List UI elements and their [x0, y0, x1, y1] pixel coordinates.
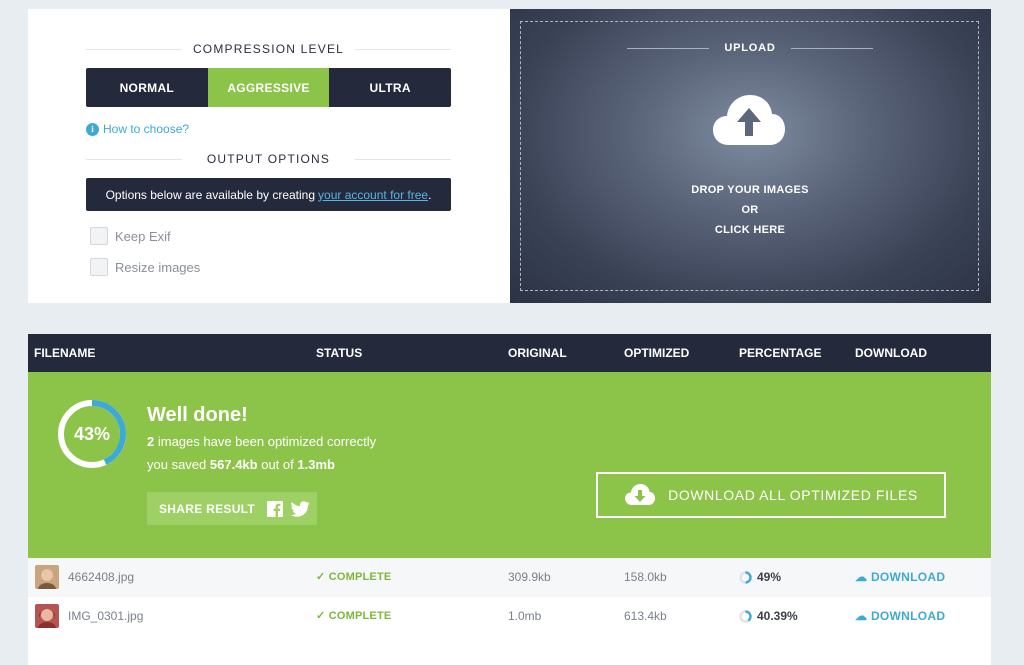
keep-exif-checkbox[interactable]: Keep Exif — [90, 227, 171, 245]
row-download-label: DOWNLOAD — [870, 609, 946, 623]
keep-exif-label: Keep Exif — [115, 228, 171, 244]
row-original: 309.9kb — [508, 570, 551, 584]
info-icon: i — [86, 122, 99, 136]
header-original: ORIGINAL — [508, 346, 567, 360]
download-all-button[interactable]: DOWNLOAD ALL OPTIMIZED FILES — [596, 472, 946, 518]
row-percentage: 49% — [757, 570, 782, 584]
summary-saved-mid: out of — [261, 457, 294, 472]
notice-end: . — [428, 187, 432, 202]
header-filename: FILENAME — [34, 346, 96, 360]
drop-line-3: CLICK HERE — [714, 224, 786, 236]
level-normal-button[interactable]: NORMAL — [86, 68, 208, 107]
summary-total: 1.3mb — [297, 457, 335, 472]
drop-line-1: DROP YOUR IMAGES — [691, 184, 809, 196]
summary-count-line: 2 images have been optimized correctly — [147, 434, 376, 449]
row-original: 1.0mb — [508, 609, 542, 623]
resize-images-checkbox[interactable]: Resize images — [90, 258, 200, 276]
summary-percent: 43% — [73, 423, 111, 444]
summary-title: Well done! — [147, 404, 248, 426]
summary-saved-line: you saved 567.4kb out of 1.3mb — [147, 457, 335, 472]
summary-banner: 43% Well done! 2 images have been optimi… — [28, 372, 991, 558]
summary-count: 2 — [147, 434, 155, 449]
summary-saved-prefix: you saved — [147, 457, 207, 472]
how-to-choose-label: How to choose? — [103, 122, 190, 136]
share-result-bar: SHARE RESULT — [147, 492, 317, 525]
row-percent-ring — [739, 610, 752, 623]
compression-level-selector: NORMAL AGGRESSIVE ULTRA — [86, 68, 451, 107]
table-row: 4662408.jpg ✓ COMPLETE 309.9kb 158.0kb 4… — [28, 558, 991, 597]
header-percentage: PERCENTAGE — [739, 346, 822, 360]
check-icon: ✓ — [316, 571, 329, 583]
resize-images-label: Resize images — [115, 259, 201, 275]
row-optimized: 158.0kb — [624, 570, 667, 584]
level-aggressive-button[interactable]: AGGRESSIVE — [207, 68, 330, 107]
table-row: IMG_0301.jpg ✓ COMPLETE 1.0mb 613.4kb 40… — [28, 597, 991, 636]
keep-exif-box[interactable] — [90, 227, 108, 245]
facebook-icon[interactable] — [267, 500, 284, 517]
compression-level-title: COMPRESSION LEVEL — [86, 42, 451, 56]
output-options-title: OUTPUT OPTIONS — [86, 152, 451, 166]
resize-images-box[interactable] — [90, 258, 108, 276]
row-filename: IMG_0301.jpg — [68, 609, 144, 623]
upload-title: UPLOAD — [627, 42, 873, 54]
thumbnail-image — [35, 565, 59, 589]
thumbnail-image — [35, 604, 59, 628]
header-status: STATUS — [316, 346, 363, 360]
drop-line-2: OR — [741, 204, 759, 216]
row-status: ✓ COMPLETE — [316, 609, 391, 622]
row-download-button[interactable]: ☁ DOWNLOAD — [855, 570, 945, 584]
upload-dropzone[interactable]: UPLOAD DROP YOUR IMAGES OR CLICK HERE — [510, 9, 991, 303]
cloud-download-icon — [625, 484, 656, 505]
cloud-download-icon: ☁ — [855, 570, 871, 584]
check-icon: ✓ — [316, 610, 329, 622]
summary-saved: 567.4kb — [209, 457, 258, 472]
row-percent-ring — [739, 571, 752, 584]
cloud-download-icon: ☁ — [855, 609, 871, 623]
how-to-choose-link[interactable]: i How to choose? — [86, 122, 189, 136]
header-download: DOWNLOAD — [855, 346, 927, 360]
create-account-link[interactable]: your account for free — [318, 188, 428, 202]
table-header: FILENAME STATUS ORIGINAL OPTIMIZED PERCE… — [28, 334, 991, 372]
summary-count-text: images have been optimized correctly — [157, 434, 377, 449]
row-filename: 4662408.jpg — [68, 570, 135, 584]
row-status: ✓ COMPLETE — [316, 570, 391, 583]
drop-instructions: DROP YOUR IMAGES OR CLICK HERE — [650, 180, 850, 240]
account-notice: Options below are available by creating … — [86, 178, 451, 211]
dropzone-border — [520, 21, 979, 291]
row-optimized: 613.4kb — [624, 609, 667, 623]
options-panel: COMPRESSION LEVEL NORMAL AGGRESSIVE ULTR… — [28, 9, 510, 303]
level-ultra-button[interactable]: ULTRA — [329, 68, 451, 107]
twitter-icon[interactable] — [291, 500, 311, 517]
download-all-label: DOWNLOAD ALL OPTIMIZED FILES — [668, 487, 918, 503]
share-result-label: SHARE RESULT — [159, 501, 256, 516]
notice-text: Options below are available by creating — [105, 187, 316, 202]
row-download-button[interactable]: ☁ DOWNLOAD — [855, 609, 945, 623]
results-table: FILENAME STATUS ORIGINAL OPTIMIZED PERCE… — [28, 334, 991, 665]
cloud-upload-icon — [713, 95, 785, 145]
row-status-label: COMPLETE — [328, 571, 392, 583]
row-percentage: 40.39% — [757, 609, 798, 623]
row-status-label: COMPLETE — [328, 610, 392, 622]
row-download-label: DOWNLOAD — [870, 570, 946, 584]
header-optimized: OPTIMIZED — [624, 346, 690, 360]
